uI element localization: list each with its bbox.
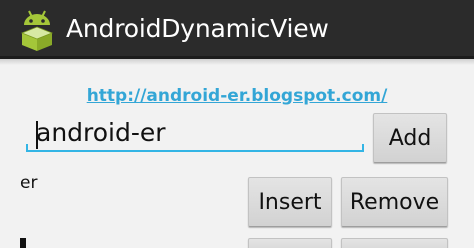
text-input-field[interactable]: android-er: [26, 114, 364, 156]
add-button[interactable]: Add: [373, 113, 447, 163]
app-title: AndroidDynamicView: [66, 14, 329, 43]
action-bar: AndroidDynamicView: [0, 0, 474, 59]
android-robot-icon: [20, 10, 54, 51]
insert-button[interactable]: Insert: [248, 177, 332, 227]
remove-button-partial[interactable]: [341, 238, 448, 248]
insert-button-partial[interactable]: [248, 238, 332, 248]
input-underline-right-tick: [362, 144, 364, 152]
row-text-partial: [20, 238, 26, 248]
remove-button[interactable]: Remove: [341, 177, 448, 227]
blog-link[interactable]: http://android-er.blogspot.com/: [0, 86, 474, 106]
input-underline: [26, 150, 364, 152]
row-text: er: [20, 173, 38, 193]
app-screen: AndroidDynamicView http://android-er.blo…: [0, 0, 474, 248]
input-underline-left-tick: [26, 144, 28, 152]
text-input-value: android-er: [36, 118, 166, 147]
action-bar-shadow: [0, 59, 474, 65]
